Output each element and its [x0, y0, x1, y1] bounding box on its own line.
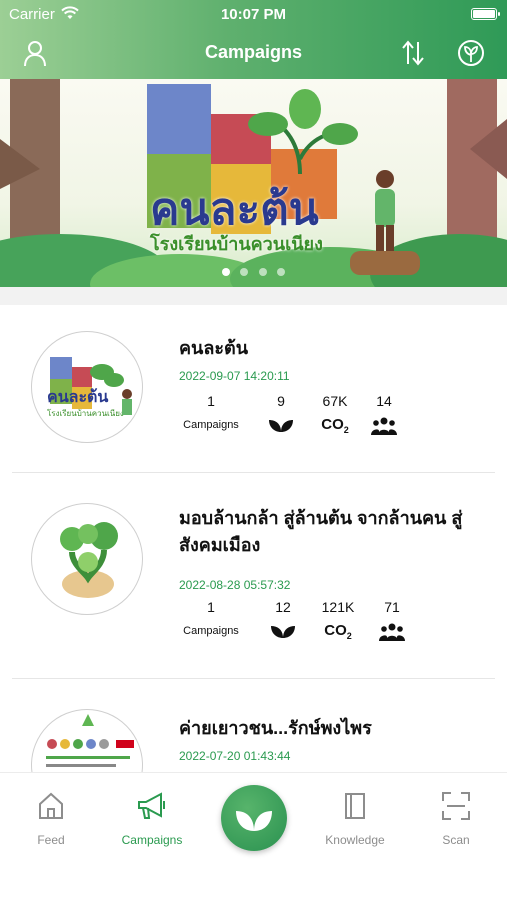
people-icon: [379, 623, 405, 641]
campaign-date: 2022-08-28 05:57:32: [179, 578, 291, 592]
banner-school: โรงเรียนบ้านควนเนียง: [150, 234, 323, 254]
tab-knowledge[interactable]: Knowledge: [315, 791, 395, 847]
leaves-icon: [271, 626, 295, 638]
stat-trees: 12: [267, 599, 299, 639]
tab-label: Scan: [442, 833, 470, 847]
status-time: 10:07 PM: [220, 6, 287, 23]
megaphone-icon: [138, 792, 165, 819]
campaign-logo: คนละต้น โรงเรียนบ้านควนเนียง: [31, 331, 143, 443]
campaign-name: คนละต้น: [179, 338, 249, 358]
pagination-dot[interactable]: [221, 268, 230, 276]
leaf-icon: [236, 811, 272, 831]
campaign-stats: 1 Campaigns 12 121K CO2 71: [179, 599, 419, 643]
svg-text:โรงเรียนบ้านควนเนียง: โรงเรียนบ้านควนเนียง: [47, 408, 124, 418]
people-icon: [371, 417, 397, 435]
leaves-icon: [269, 420, 293, 432]
campaign-logo: [31, 709, 143, 772]
header: Carrier 10:07 PM Campaigns: [0, 0, 507, 79]
tab-label: Feed: [37, 833, 65, 847]
pagination-dot[interactable]: [240, 268, 249, 276]
campaign-date: 2022-07-20 01:43:44: [179, 749, 291, 763]
page-title: Campaigns: [204, 42, 303, 62]
campaign-list[interactable]: คนละต้น โรงเรียนบ้านควนเนียง คนละต้น 202…: [0, 305, 507, 772]
plant-tree-button[interactable]: [221, 785, 287, 851]
campaign-date: 2022-09-07 14:20:11: [179, 369, 290, 383]
status-bar: Carrier 10:07 PM: [0, 0, 507, 28]
co2-icon: CO2: [324, 622, 352, 641]
tab-feed[interactable]: Feed: [11, 791, 91, 847]
campaign-logo: [31, 503, 143, 615]
stat-members: 71: [377, 599, 407, 641]
tab-label: Knowledge: [325, 833, 385, 847]
stat-label: Campaigns: [183, 625, 239, 637]
pagination-dot[interactable]: [258, 268, 267, 276]
tab-scan[interactable]: Scan: [416, 791, 496, 847]
campaign-card[interactable]: มอบล้านกล้า สู่ล้านต้น จากล้านคน สู่สังค…: [0, 473, 507, 679]
campaign-banner[interactable]: คนละต้น โรงเรียนบ้านควนเนียง: [0, 79, 507, 287]
stat-label: Campaigns: [183, 419, 239, 431]
scan-icon: [442, 792, 470, 820]
home-icon: [39, 792, 63, 819]
tab-bar: Feed Campaigns Knowledge Scan: [0, 772, 507, 900]
stat-co2: 67K CO2: [313, 393, 357, 435]
stat-value: 67K: [322, 393, 348, 409]
campaign-card[interactable]: ค่ายเยาวชน...รักษ์พงไพร 2022-07-20 01:43…: [0, 679, 507, 772]
svg-text:คนละต้น: คนละต้น: [47, 387, 108, 406]
battery-icon: [471, 8, 500, 20]
tab-label: Campaigns: [121, 833, 183, 847]
campaign-name: มอบล้านกล้า สู่ล้านต้น จากล้านคน สู่สังค…: [179, 508, 463, 555]
tab-campaigns[interactable]: Campaigns: [112, 791, 192, 847]
book-icon: [345, 793, 365, 819]
stat-members: 14: [369, 393, 399, 435]
stat-value: 14: [376, 393, 392, 409]
sort-icon[interactable]: [398, 38, 428, 68]
stat-value: 12: [275, 599, 291, 615]
campaign-card[interactable]: คนละต้น โรงเรียนบ้านควนเนียง คนละต้น 202…: [0, 305, 507, 473]
stat-trees: 9: [265, 393, 297, 433]
stat-value: 121K: [321, 599, 355, 615]
campaign-stats: 1 Campaigns 9 67K CO2 14: [179, 393, 419, 437]
stat-value: 1: [207, 393, 215, 409]
location-leaf-icon[interactable]: [456, 38, 486, 68]
stat-value: 9: [277, 393, 285, 409]
co2-icon: CO2: [321, 416, 349, 435]
pagination-dot[interactable]: [277, 268, 286, 276]
nav-bar: Campaigns: [0, 28, 507, 79]
campaign-name: ค่ายเยาวชน...รักษ์พงไพร: [179, 718, 372, 738]
stat-value: 1: [207, 599, 215, 615]
stat-value: 71: [384, 599, 400, 615]
section-divider: [0, 287, 507, 305]
banner-pagination[interactable]: [0, 263, 507, 281]
stat-co2: 121K CO2: [315, 599, 361, 641]
stat-campaigns: 1 Campaigns: [179, 599, 243, 637]
stat-campaigns: 1 Campaigns: [179, 393, 243, 431]
